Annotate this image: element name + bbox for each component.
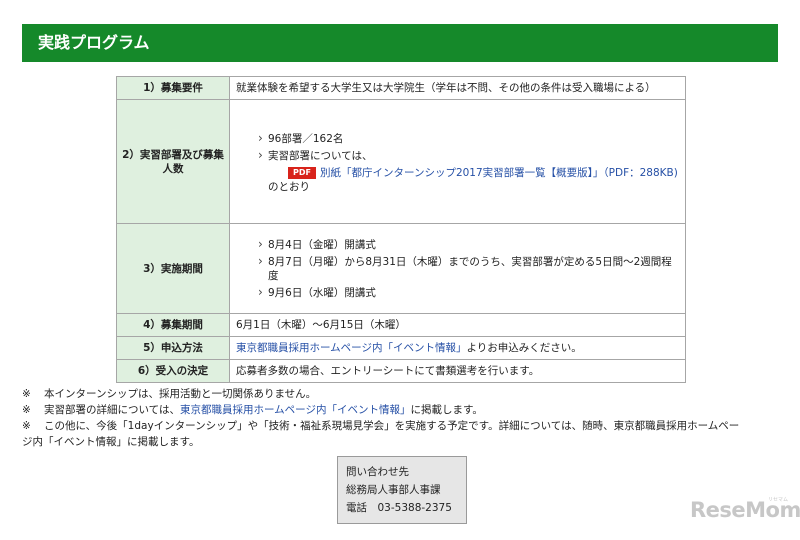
table-row: 1）募集要件 就業体験を希望する大学生又は大学院生（学年は不問、その他の条件は受…: [116, 76, 686, 100]
contact-phone: 電話 03-5388-2375: [346, 502, 452, 514]
event-info-link[interactable]: 東京都職員採用ホームページ内「イベント情報」: [180, 404, 410, 416]
note-text: この他に、今後「1dayインターンシップ」や「技術・福祉系現場見学会」を実施する…: [44, 420, 740, 432]
table-row: 6）受入の決定 応募者多数の場合、エントリーシートにて書類選考を行います。: [116, 359, 686, 383]
list-item: 実習部署については、: [236, 148, 679, 163]
note-mark: ※: [22, 420, 31, 432]
row-value-period: 8月4日（金曜）開講式 8月7日（月曜）から8月31日（木曜）までのうち、実習部…: [229, 223, 686, 314]
row-value-departments: 96部署／162名 実習部署については、 PDF 別紙「都庁インターンシップ201…: [229, 99, 686, 224]
contact-box: 問い合わせ先 総務局人事部人事課 電話 03-5388-2375: [337, 456, 467, 524]
event-info-link[interactable]: 東京都職員採用ホームページ内「イベント情報」: [236, 342, 466, 354]
table-row: 4）募集期間 6月1日（木曜）〜6月15日（木曜）: [116, 313, 686, 337]
note-text: 本インターンシップは、採用活動と一切関係ありません。: [44, 388, 317, 400]
resemom-logo-sub: リセマム: [768, 497, 789, 503]
row-value-decision: 応募者多数の場合、エントリーシートにて書類選考を行います。: [229, 359, 686, 383]
table-row: 2）実習部署及び募集人数 96部署／162名 実習部署については、 PDF 別紙「…: [116, 99, 686, 224]
note-mark: ※: [22, 404, 31, 416]
pdf-link-line: PDF 別紙「都庁インターンシップ2017実習部署一覧【概要版】」（PDF：288…: [236, 166, 679, 180]
pdf-icon: PDF: [288, 167, 316, 179]
list-item-tail: のとおり: [268, 181, 310, 193]
section-title: 実践プログラム: [38, 33, 150, 52]
note-mark: ※: [22, 388, 31, 400]
program-table: 1）募集要件 就業体験を希望する大学生又は大学院生（学年は不問、その他の条件は受…: [116, 76, 686, 383]
table-row: 3）実施期間 8月4日（金曜）開講式 8月7日（月曜）から8月31日（木曜）まで…: [116, 223, 686, 314]
row-value-requirements: 就業体験を希望する大学生又は大学院生（学年は不問、その他の条件は受入職場による）: [229, 76, 686, 100]
section-title-banner: 実践プログラム: [22, 24, 778, 62]
row-header-departments: 2）実習部署及び募集人数: [116, 99, 230, 224]
row-header-method: 5）申込方法: [116, 336, 230, 360]
list-item: 9月6日（水曜）閉講式: [236, 285, 679, 300]
note-1: ※ 本インターンシップは、採用活動と一切関係ありません。: [22, 386, 782, 402]
contact-department: 総務局人事部人事課: [346, 484, 441, 496]
row-header-requirements: 1）募集要件: [116, 76, 230, 100]
row-value-application-period: 6月1日（木曜）〜6月15日（木曜）: [229, 313, 686, 337]
list-item: 8月7日（月曜）から8月31日（木曜）までのうち、実習部署が定める5日間〜2週間…: [236, 254, 679, 283]
contact-label: 問い合わせ先: [346, 466, 409, 478]
row-header-period: 3）実施期間: [116, 223, 230, 314]
method-text: よりお申込みください。: [466, 342, 582, 354]
row-header-decision: 6）受入の決定: [116, 359, 230, 383]
note-text: に掲載します。: [410, 404, 483, 416]
note-3: ※ この他に、今後「1dayインターンシップ」や「技術・福祉系現場見学会」を実施す…: [22, 418, 782, 450]
row-header-application-period: 4）募集期間: [116, 313, 230, 337]
note-2: ※ 実習部署の詳細については、東京都職員採用ホームページ内「イベント情報」に掲載し…: [22, 402, 782, 418]
table-row: 5）申込方法 東京都職員採用ホームページ内「イベント情報」よりお申込みください。: [116, 336, 686, 360]
note-text-continued: ジ内「イベント情報」に掲載します。: [22, 436, 200, 448]
list-item: 8月4日（金曜）開講式: [236, 237, 679, 252]
row-value-method: 東京都職員採用ホームページ内「イベント情報」よりお申込みください。: [229, 336, 686, 360]
department-list-pdf-link[interactable]: 別紙「都庁インターンシップ2017実習部署一覧【概要版】」（PDF：288KB): [320, 167, 678, 179]
note-text: 実習部署の詳細については、: [44, 404, 180, 416]
list-item: 96部署／162名: [236, 131, 679, 146]
